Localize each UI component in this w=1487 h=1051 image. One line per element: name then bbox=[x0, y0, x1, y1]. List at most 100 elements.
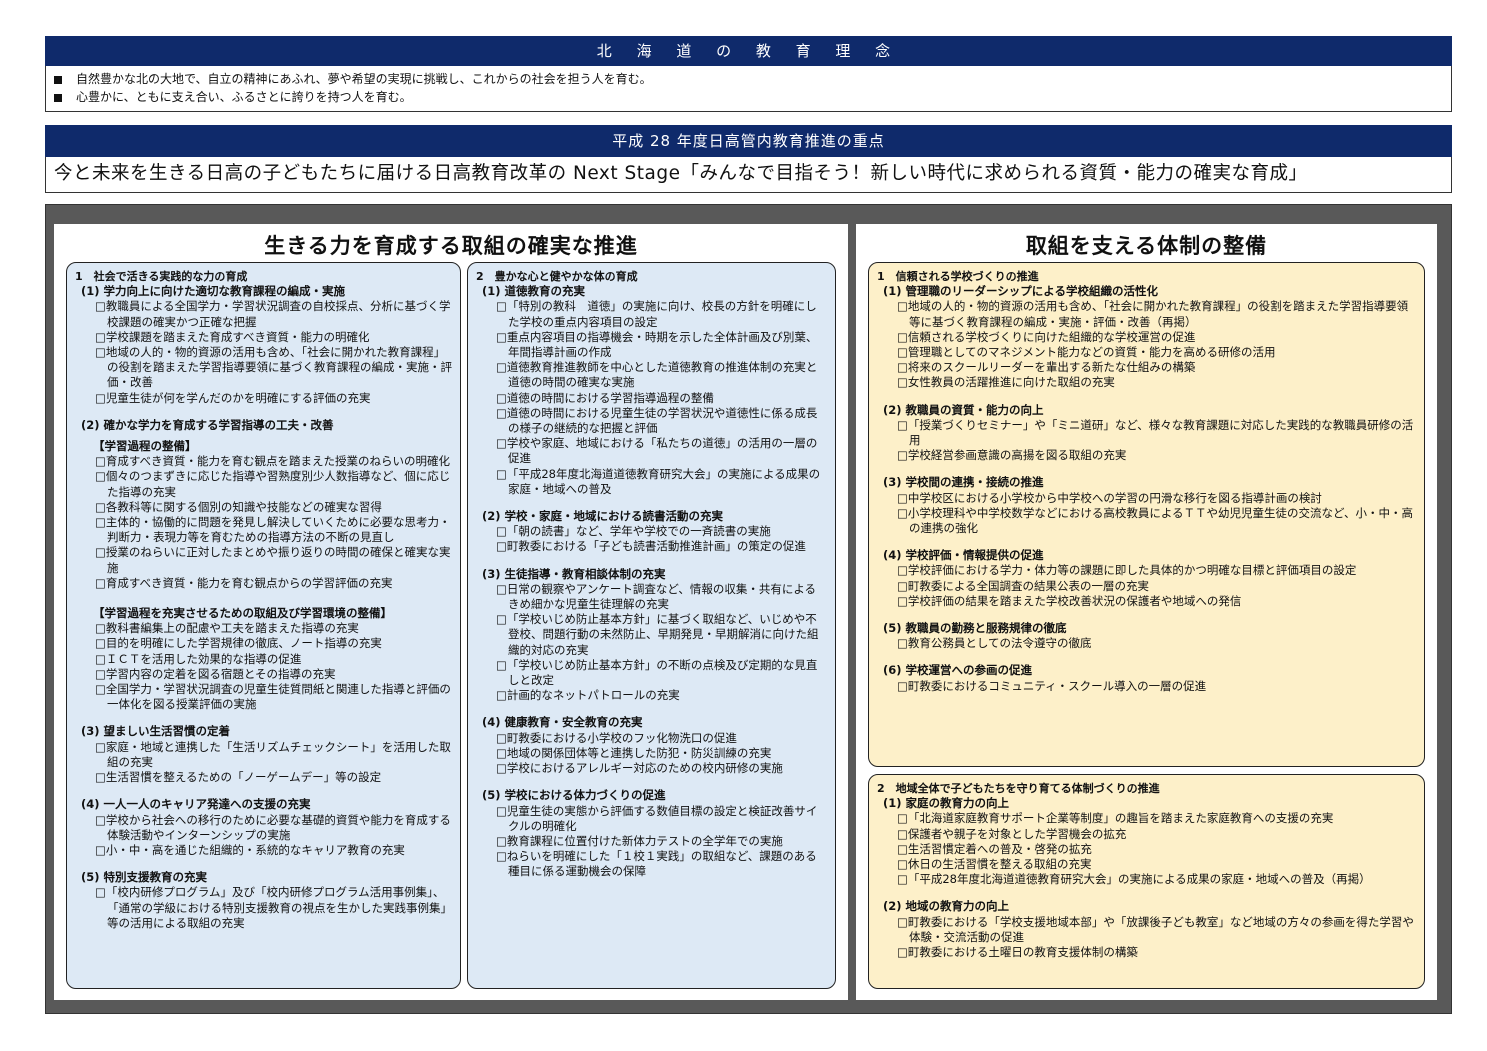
list-item: □学校課題を踏まえた育成すべき資質・能力の明確化 bbox=[95, 329, 370, 344]
list-item: □教育課程に位置付けた新体力テストの全学年での実施 bbox=[496, 833, 783, 848]
list-item: □「北海道家庭教育サポート企業等制度」の趣旨を踏まえた家庭教育への支援の充実 bbox=[897, 811, 1334, 826]
list-item: □授業のねらいに正対したまとめや振り返りの時間の確保と確実な実施 bbox=[95, 545, 451, 575]
list-item: □個々のつまずきに応じた指導や習熟度別少人数指導など、個に応じた指導の充実 bbox=[95, 469, 451, 499]
list-item: □生活習慣を整えるための「ノーゲームデー」等の設定 bbox=[95, 770, 382, 785]
list-item: □町教委における土曜日の教育支援体制の構築 bbox=[897, 945, 1138, 960]
box-heading: 1 社会で活きる実践的な力の育成 bbox=[75, 270, 248, 283]
list-item: □町教委における「学校支援地域本部」や「放課後子ども教室」など地域の方々の参画を… bbox=[897, 914, 1414, 944]
section-title: (5) 特別支援教育の充実 bbox=[81, 870, 208, 885]
list-item: □地域の人的・物的資源の活用も含め、「社会に開かれた教育課程」の役割を踏まえた学… bbox=[897, 299, 1409, 329]
list-item: □学校経営参画意識の高揚を図る取組の充実 bbox=[897, 448, 1127, 463]
list-item: □家庭・地域と連携した「生活リズムチェックシート」を活用した取組の充実 bbox=[95, 739, 451, 769]
section-title: (5) 教職員の勤務と服務規律の徹底 bbox=[883, 621, 1067, 636]
section-subtitle: 【学習過程を充実させるための取組及び学習環境の整備】 bbox=[93, 606, 392, 621]
priority-title-bar: 平成 28 年度日高管内教育推進の重点 bbox=[45, 125, 1452, 157]
philosophy-box: 自然豊かな北の大地で、自立の精神にあふれ、夢や希望の実現に挑戦し、これからの社会… bbox=[45, 66, 1452, 112]
section-title: (1) 学力向上に向けた適切な教育課程の編成・実施 bbox=[81, 284, 346, 299]
list-item: □地域の人的・物的資源の活用も含め、「社会に開かれた教育課程」の役割を踏まえた学… bbox=[95, 345, 452, 390]
section-title: (3) 学校間の連携・接続の推進 bbox=[883, 475, 1044, 490]
list-item: □目的を明確にした学習規律の徹底、ノート指導の充実 bbox=[95, 636, 382, 651]
section-title: (3) 生徒指導・教育相談体制の充実 bbox=[482, 566, 666, 581]
list-item: □児童生徒が何を学んだのかを明確にする評価の充実 bbox=[95, 390, 371, 405]
list-item: □町教委におけるコミュニティ・スクール導入の一層の促進 bbox=[897, 678, 1207, 693]
list-item: □「朝の読書」など、学年や学校での一斉読書の実施 bbox=[496, 524, 771, 539]
list-item: □「校内研修プログラム」及び「校内研修プログラム活用事例集」、「通常の学級におけ… bbox=[95, 885, 452, 930]
section-title: (2) 教職員の資質・能力の向上 bbox=[883, 402, 1044, 417]
list-item: □育成すべき資質・能力を育む観点を踏まえた授業のねらいの明確化 bbox=[95, 454, 451, 469]
list-item: □学習内容の定着を図る宿題とその指導の充実 bbox=[95, 666, 336, 681]
box-heading: 1 信頼される学校づくりの推進 bbox=[877, 270, 1039, 283]
section-title: (4) 一人一人のキャリア発達への支援の充実 bbox=[81, 797, 311, 812]
right-panel: 取組を支える体制の整備 1 信頼される学校づくりの推進 (1) 管理職のリーダーシ… bbox=[856, 224, 1437, 1000]
list-item: □全国学力・学習状況調査の児童生徒質問紙と関連した指導と評価の一体化を図る授業評… bbox=[95, 682, 451, 712]
philosophy-title-bar: 北 海 道 の 教 育 理 念 bbox=[45, 36, 1452, 66]
list-item: □町教委における「子ども読書活動推進計画」の策定の促進 bbox=[496, 539, 806, 554]
left-panel: 生きる力を育成する取組の確実な推進 1 社会で活きる実践的な力の育成 (1) 学力… bbox=[54, 224, 848, 1000]
list-item: □教職員による全国学力・学習状況調査の自校採点、分析に基づく学校課題の確実かつ正… bbox=[95, 299, 451, 329]
list-item: □育成すべき資質・能力を育む観点からの学習評価の充実 bbox=[95, 575, 393, 590]
list-item: □ＩＣＴを活用した効果的な指導の促進 bbox=[95, 651, 302, 666]
section-title: (2) 学校・家庭・地域における読書活動の充実 bbox=[482, 509, 724, 524]
list-item: □学校評価の結果を踏まえた学校改善状況の保護者や地域への発信 bbox=[897, 593, 1242, 608]
list-item: □信頼される学校づくりに向けた組織的な学校運営の促進 bbox=[897, 329, 1196, 344]
list-item: □女性教員の活躍推進に向けた取組の充実 bbox=[897, 375, 1115, 390]
list-item: □道徳の時間における学習指導過程の整備 bbox=[496, 390, 714, 405]
ability-col-2: 2 豊かな心と健やかな体の育成 (1) 道徳教育の充実 □「特別の教科 道徳」の実施… bbox=[467, 262, 836, 989]
philosophy-title: 北 海 道 の 教 育 理 念 bbox=[596, 42, 901, 60]
list-item: □重点内容項目の指導機会・時期を示した全体計画及び別葉、年間指導計画の作成 bbox=[496, 329, 818, 360]
list-item: □休日の生活習慣を整える取組の充実 bbox=[897, 857, 1092, 872]
list-item: □「学校いじめ防止基本方針」の不断の点検及び定期的な見直しと改定 bbox=[496, 657, 818, 688]
list-item: □日常の観察やアンケート調査など、情報の収集・共有によるきめ細かな児童生徒理解の… bbox=[496, 581, 816, 612]
section-title: (5) 学校における体力づくりの促進 bbox=[482, 788, 666, 803]
list-item: □将来のスクールリーダーを輩出する新たな仕組みの構築 bbox=[897, 360, 1196, 375]
square-bullet-icon bbox=[54, 75, 62, 84]
list-item: □「平成28年度北海道道徳教育研究大会」の実施による成果の家庭・地域への普及 bbox=[496, 466, 821, 496]
section-title: (6) 学校運営への参画の促進 bbox=[883, 663, 1033, 678]
section-title: (1) 家庭の教育力の向上 bbox=[883, 796, 1010, 811]
list-item: □保護者や親子を対象とした学習機会の拡充 bbox=[897, 826, 1127, 841]
list-item: □計画的なネットパトロールの充実 bbox=[496, 688, 680, 703]
section-title: (3) 望ましい生活習慣の定着 bbox=[81, 724, 231, 739]
list-item: □生活習慣定着への普及・啓発の拡充 bbox=[897, 841, 1092, 856]
list-item: □町教委における小学校のフッ化物洗口の促進 bbox=[496, 730, 737, 745]
left-panel-title: 生きる力を育成する取組の確実な推進 bbox=[264, 234, 638, 258]
list-item: □中学校区における小学校から中学校への学習の円滑な移行を図る指導計画の検討 bbox=[897, 490, 1322, 505]
square-bullet-icon bbox=[54, 93, 62, 102]
priority-title: 平成 28 年度日高管内教育推進の重点 bbox=[612, 132, 885, 150]
box-heading: 2 地域全体で子どもたちを守り育てる体制づくりの推進 bbox=[877, 782, 1160, 795]
list-item: □各教科等に関する個別の知識や技能などの確実な習得 bbox=[95, 499, 382, 514]
section-subtitle: 【学習過程の整備】 bbox=[93, 439, 197, 454]
list-item: □道徳の時間における児童生徒の学習状況や道徳性に係る成長の様子の継続的な把握と評… bbox=[496, 405, 818, 436]
philosophy-line: 自然豊かな北の大地で、自立の精神にあふれ、夢や希望の実現に挑戦し、これからの社会… bbox=[54, 70, 1443, 88]
right-panel-title: 取組を支える体制の整備 bbox=[1025, 234, 1268, 258]
list-item: □学校におけるアレルギー対応のための校内研修の実施 bbox=[496, 761, 783, 776]
list-item: □「学校いじめ防止基本方針」に基づく取組など、いじめや不登校、問題行動の未然防止… bbox=[496, 612, 819, 657]
philosophy-line: 心豊かに、ともに支え合い、ふるさとに誇りを持つ人を育む。 bbox=[54, 88, 1443, 106]
list-item: □小学校理科や中学校数学などにおける高校教員によるＴＴや幼児児童生徒の交流など、… bbox=[897, 505, 1413, 536]
section-title: (1) 管理職のリーダーシップによる学校組織の活性化 bbox=[883, 284, 1158, 299]
main-frame: 生きる力を育成する取組の確実な推進 1 社会で活きる実践的な力の育成 (1) 学力… bbox=[45, 204, 1452, 1014]
list-item: □教科書編集上の配慮や工夫を踏まえた指導の充実 bbox=[95, 621, 359, 636]
section-title: (4) 健康教育・安全教育の充実 bbox=[482, 715, 643, 730]
section-title: (4) 学校評価・情報提供の促進 bbox=[883, 548, 1044, 563]
list-item: □道徳教育推進教師を中心とした道徳教育の推進体制の充実と道徳の時間の確実な実施 bbox=[496, 360, 818, 390]
list-item: □主体的・協働的に問題を発見し解決していくために必要な思考力・判断力・表現力等を… bbox=[95, 515, 451, 545]
list-item: □地域の関係団体等と連携した防犯・防災訓練の充実 bbox=[496, 745, 772, 760]
support-box-1: 1 信頼される学校づくりの推進 (1) 管理職のリーダーシップによる学校組織の活性… bbox=[868, 262, 1425, 767]
list-item: □小・中・高を通じた組織的・系統的なキャリア教育の充実 bbox=[95, 842, 405, 857]
support-box-2: 2 地域全体で子どもたちを守り育てる体制づくりの推進 (1) 家庭の教育力の向上 □… bbox=[868, 774, 1425, 989]
ability-col-1: 1 社会で活きる実践的な力の育成 (1) 学力向上に向けた適切な教育課程の編成・実… bbox=[66, 262, 461, 989]
section-title: (2) 確かな学力を育成する学習指導の工夫・改善 bbox=[81, 417, 334, 432]
list-item: □「特別の教科 道徳」の実施に向け、校長の方針を明確にした学校の重点内容項目の設… bbox=[496, 299, 817, 329]
section-title: (1) 道徳教育の充実 bbox=[482, 284, 586, 299]
list-item: □学校から社会への移行のために必要な基礎的資質や能力を育成する体験活動やインター… bbox=[95, 812, 451, 842]
slogan: 今と未来を生きる日高の子どもたちに届ける日高教育改革の Next Stage「み… bbox=[45, 157, 1452, 193]
section-title: (2) 地域の教育力の向上 bbox=[883, 899, 1010, 914]
list-item: □町教委による全国調査の結果公表の一層の充実 bbox=[897, 578, 1150, 593]
list-item: □「平成28年度北海道道徳教育研究大会」の実施による成果の家庭・地域への普及（再… bbox=[897, 872, 1371, 887]
list-item: □学校評価における学力・体力等の課題に即した具体的かつ明確な目標と評価項目の設定 bbox=[897, 563, 1357, 578]
box-heading: 2 豊かな心と健やかな体の育成 bbox=[476, 270, 638, 283]
list-item: □学校や家庭、地域における「私たちの道徳」の活用の一層の促進 bbox=[496, 436, 818, 466]
list-item: □児童生徒の実態から評価する数値目標の設定と検証改善サイクルの明確化 bbox=[496, 803, 818, 833]
